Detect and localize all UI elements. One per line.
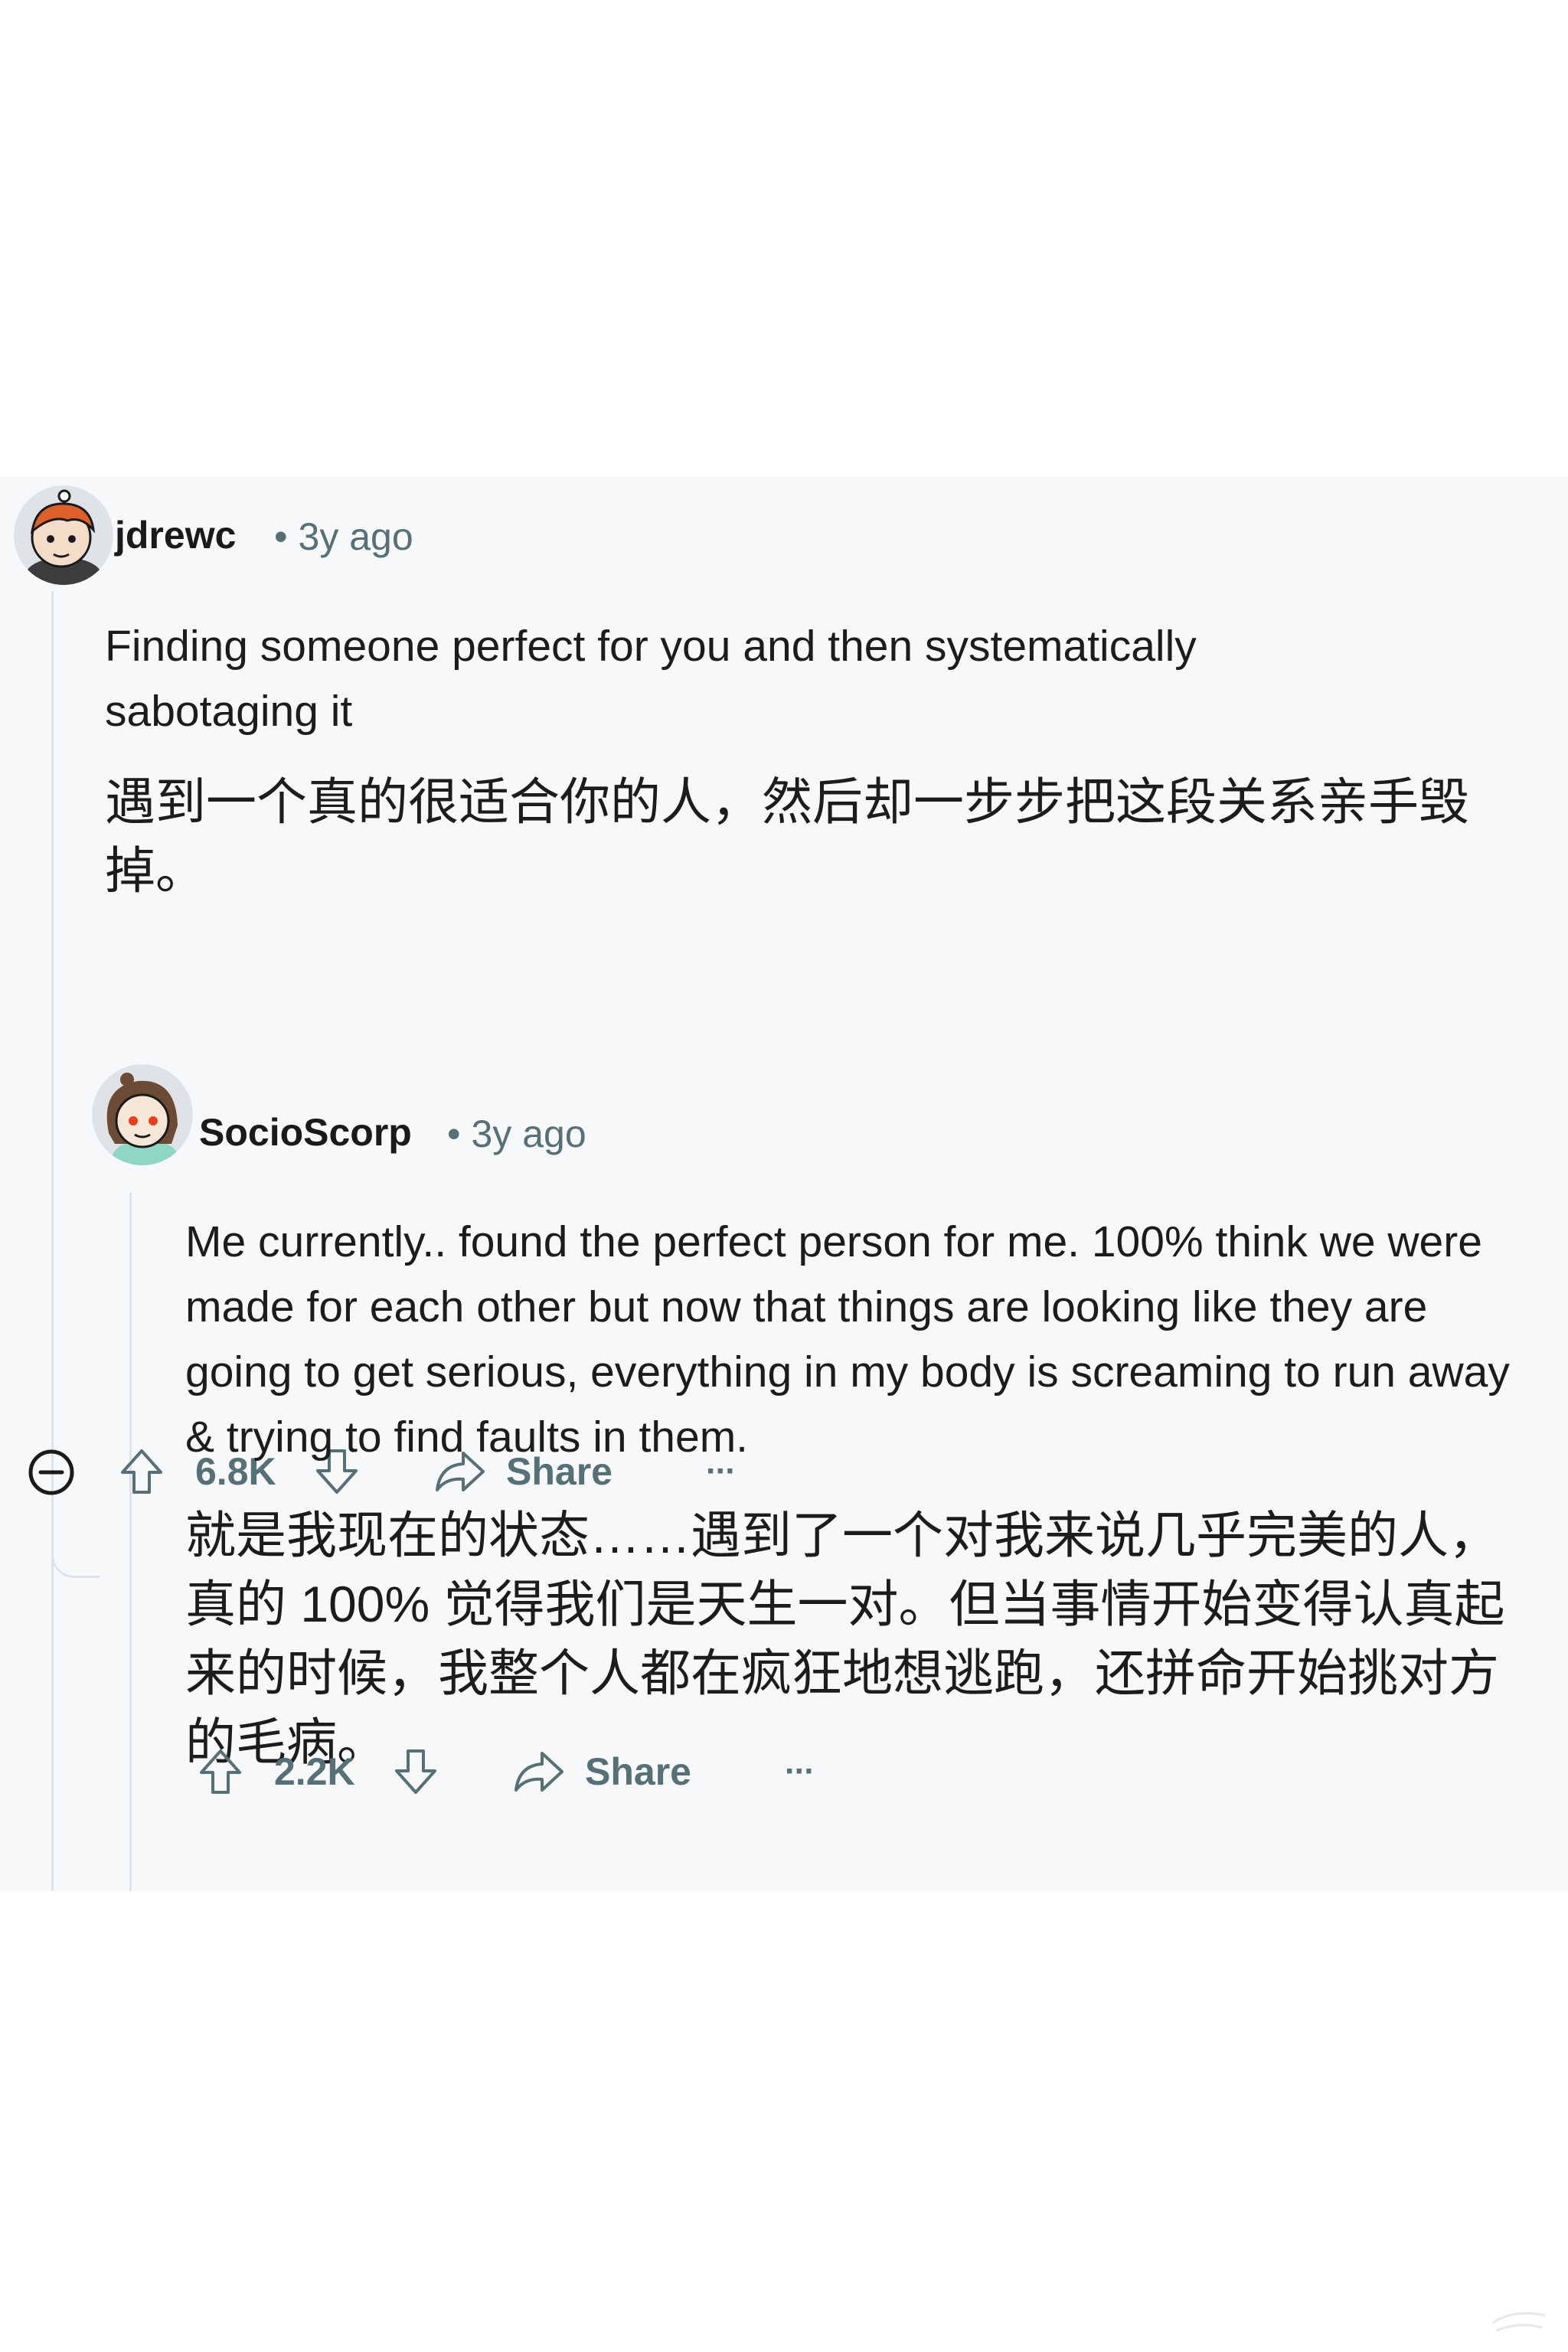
comment-time: 3y ago xyxy=(298,515,413,558)
avatar[interactable] xyxy=(14,485,113,585)
avatar[interactable] xyxy=(92,1064,193,1165)
comment-timestamp: • 3y ago xyxy=(447,1112,586,1155)
comment-actions: 2.2K Share ··· xyxy=(194,1741,883,1802)
vote-score: 2.2K xyxy=(274,1750,355,1793)
upvote-button[interactable] xyxy=(115,1441,168,1502)
thread-connector xyxy=(51,1548,100,1578)
watermark-icon xyxy=(1492,2312,1546,2332)
upvote-button[interactable] xyxy=(194,1741,247,1802)
comment-body-chinese: 就是我现在的状态……遇到了一个对我来说几乎完美的人，真的 100% 觉得我们是天… xyxy=(185,1507,1505,1770)
downvote-button[interactable] xyxy=(389,1741,443,1802)
comment-author[interactable]: SocioScorp xyxy=(199,1113,412,1152)
comment-time: 3y ago xyxy=(471,1112,586,1155)
arrow-down-outline-icon xyxy=(395,1749,436,1794)
arrow-up-outline-icon xyxy=(121,1449,162,1494)
share-arrow-icon xyxy=(514,1752,564,1792)
ellipsis-icon: ··· xyxy=(785,1753,815,1790)
screenshot-canvas: jdrewc • 3y ago Finding someone perfect f… xyxy=(0,0,1568,2352)
comment-thread-panel: jdrewc • 3y ago Finding someone perfect f… xyxy=(0,476,1568,1891)
comment-timestamp: • 3y ago xyxy=(274,515,413,558)
comment-body-english: Me currently.. found the perfect person … xyxy=(185,1217,1510,1462)
share-label: Share xyxy=(585,1750,691,1793)
share-button[interactable]: Share xyxy=(511,1741,691,1802)
arrow-up-outline-icon xyxy=(200,1749,241,1794)
collapse-button[interactable] xyxy=(28,1449,75,1496)
avatar-jdrewc-icon xyxy=(14,485,113,585)
more-options-button[interactable]: ··· xyxy=(785,1741,815,1802)
minus-circle-icon xyxy=(28,1449,74,1495)
comment-body-english: Finding someone perfect for you and then… xyxy=(105,622,1197,736)
comment-body-chinese: 遇到一个真的很适合你的人，然后却一步步把这段关系亲手毁掉。 xyxy=(105,773,1469,899)
thread-line-root xyxy=(51,591,54,1891)
avatar-socioscorp-icon xyxy=(92,1064,193,1165)
comment-author[interactable]: jdrewc xyxy=(115,516,236,554)
thread-line-reply xyxy=(129,1193,132,1891)
